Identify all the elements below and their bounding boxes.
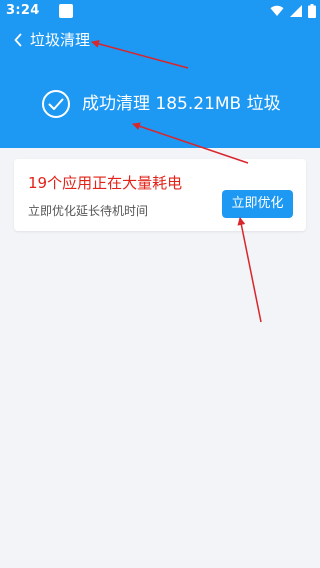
- battery-icon: [308, 4, 316, 18]
- battery-optimize-card: 19个应用正在大量耗电 立即优化延长待机时间 立即优化: [14, 159, 306, 231]
- wifi-icon: [270, 5, 284, 17]
- check-circle-icon: [42, 90, 70, 118]
- status-time: 3:24: [6, 3, 40, 18]
- page-title: 垃圾清理: [30, 31, 91, 49]
- status-bar: 3:24: [0, 0, 320, 24]
- notification-icon: [59, 4, 73, 18]
- optimize-now-button[interactable]: 立即优化: [222, 190, 293, 218]
- status-icons: [270, 3, 316, 19]
- signal-icon: [290, 5, 302, 17]
- clean-result: 成功清理 185.21MB 垃圾: [0, 88, 320, 124]
- card-title: 19个应用正在大量耗电: [28, 174, 183, 192]
- app-bar: 垃圾清理: [0, 24, 320, 58]
- back-button[interactable]: [8, 30, 28, 50]
- header-area: 3:24 垃圾清理 成功清理 185.21MB 垃圾: [0, 0, 320, 148]
- annotation-arrow-button: [237, 217, 262, 323]
- chevron-left-icon: [14, 33, 22, 47]
- card-subtitle: 立即优化延长待机时间: [28, 204, 149, 218]
- clean-result-text: 成功清理 185.21MB 垃圾: [82, 94, 281, 114]
